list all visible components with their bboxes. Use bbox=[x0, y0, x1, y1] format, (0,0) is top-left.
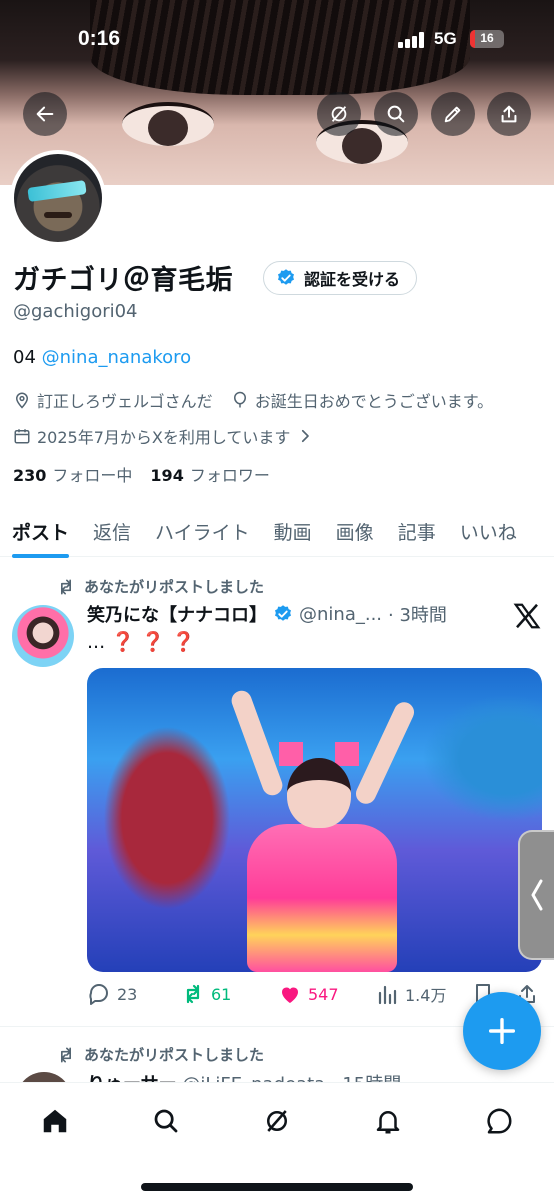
like-count: 547 bbox=[308, 984, 339, 1004]
repost-indicator-text: あなたがリポストしました bbox=[84, 578, 265, 596]
post-author-name[interactable]: 笑乃にな【ナナコロ】 bbox=[87, 601, 267, 627]
edit-icon bbox=[444, 106, 461, 123]
side-drawer-handle[interactable] bbox=[518, 830, 554, 960]
plus-icon bbox=[488, 1017, 516, 1045]
back-button[interactable] bbox=[23, 92, 67, 136]
battery-level: 16 bbox=[480, 31, 494, 45]
location-pin-icon bbox=[15, 392, 29, 409]
profile-bio: 04 @nina_nanakoro bbox=[13, 347, 191, 368]
nav-search[interactable] bbox=[146, 1101, 186, 1141]
chevron-left-icon bbox=[531, 879, 543, 911]
bio-text: 04 bbox=[13, 347, 42, 368]
home-indicator bbox=[141, 1183, 413, 1191]
followers-link[interactable]: 194 フォロワー bbox=[150, 462, 269, 486]
repost-icon bbox=[61, 579, 71, 594]
post-author-handle[interactable]: @nina_... bbox=[299, 604, 382, 625]
signal-icon bbox=[398, 32, 426, 48]
reply-count: 23 bbox=[117, 984, 138, 1004]
tab-photos[interactable]: 画像 bbox=[324, 505, 386, 557]
post-text: ... ❓ ❓ ❓ bbox=[87, 630, 195, 653]
calendar-icon bbox=[14, 429, 30, 444]
reply-button[interactable]: 23 bbox=[87, 982, 137, 1006]
repost-indicator: あなたがリポストしました bbox=[56, 576, 264, 597]
profile-meta-joined: 2025年7月からXを利用しています bbox=[13, 424, 314, 448]
banner-eye-left bbox=[122, 102, 214, 146]
messages-icon bbox=[487, 1108, 512, 1134]
following-count: 230 bbox=[13, 466, 47, 485]
nav-grok[interactable] bbox=[257, 1101, 297, 1141]
tab-videos[interactable]: 動画 bbox=[262, 505, 324, 557]
edit-button[interactable] bbox=[431, 92, 475, 136]
follow-stats: 230 フォロー中 194 フォロワー bbox=[13, 462, 270, 486]
verified-badge-icon bbox=[278, 269, 294, 285]
get-verified-label: 認証を受ける bbox=[304, 270, 401, 289]
profile-avatar[interactable] bbox=[10, 150, 106, 246]
following-link[interactable]: 230 フォロー中 bbox=[13, 462, 132, 486]
profile-handle: @gachigori04 bbox=[13, 301, 138, 322]
repost-indicator-text: あなたがリポストしました bbox=[84, 1046, 265, 1064]
post-author-avatar[interactable] bbox=[12, 605, 74, 667]
joined-text: 2025年7月からXを利用しています bbox=[37, 428, 291, 447]
repost-indicator: あなたがリポストしました bbox=[56, 1044, 264, 1065]
bio-mention-link[interactable]: @nina_nanakoro bbox=[42, 347, 192, 368]
location-text: 訂正しろヴェルゴさんだ bbox=[37, 392, 213, 411]
notifications-icon bbox=[376, 1111, 400, 1134]
tab-articles[interactable]: 記事 bbox=[386, 505, 448, 557]
views-count: 1.4万 bbox=[405, 986, 447, 1005]
battery-icon: 16 bbox=[470, 30, 504, 48]
status-time: 0:16 bbox=[78, 27, 121, 50]
followers-count: 194 bbox=[150, 466, 184, 485]
birthday-balloon-icon bbox=[233, 391, 246, 408]
views-chart-icon bbox=[378, 985, 397, 1005]
nav-home[interactable] bbox=[35, 1101, 75, 1141]
grok-button[interactable] bbox=[317, 92, 361, 136]
search-icon bbox=[154, 1109, 178, 1133]
grok-icon bbox=[267, 1110, 287, 1132]
x-logo-icon[interactable] bbox=[512, 601, 542, 631]
network-label: 5G bbox=[434, 29, 457, 48]
post-header: 笑乃にな【ナナコロ】 @nina_... · 3時間 bbox=[87, 601, 497, 627]
share-button[interactable] bbox=[487, 92, 531, 136]
repost-icon bbox=[61, 1047, 71, 1062]
tab-likes[interactable]: いいね bbox=[448, 505, 529, 557]
status-bar: 0:16 5G 16 bbox=[0, 27, 554, 57]
performer-figure bbox=[227, 687, 418, 972]
tab-highlights[interactable]: ハイライト bbox=[143, 505, 262, 557]
verified-badge-icon bbox=[275, 605, 291, 621]
question-marks: ❓ ❓ ❓ bbox=[111, 631, 196, 653]
profile-display-name: ガチゴリ＠育毛垢 bbox=[13, 265, 233, 296]
reply-icon bbox=[89, 984, 108, 1005]
chevron-right-icon[interactable] bbox=[296, 427, 314, 445]
tab-replies[interactable]: 返信 bbox=[81, 505, 143, 557]
tab-posts[interactable]: ポスト bbox=[0, 505, 81, 558]
compose-post-button[interactable] bbox=[463, 992, 541, 1070]
post-time: · 3時間 bbox=[388, 605, 447, 626]
nav-messages[interactable] bbox=[479, 1101, 519, 1141]
post-image[interactable] bbox=[87, 668, 542, 972]
get-verified-button[interactable]: 認証を受ける bbox=[263, 261, 418, 295]
views-button[interactable]: 1.4万 bbox=[375, 982, 446, 1006]
repost-count: 61 bbox=[211, 984, 232, 1004]
repost-icon bbox=[186, 984, 200, 1004]
following-label: フォロー中 bbox=[52, 466, 133, 485]
search-button[interactable] bbox=[374, 92, 418, 136]
like-button[interactable]: 547 bbox=[278, 982, 339, 1006]
birthday-text: お誕生日おめでとうございます。 bbox=[254, 392, 494, 411]
profile-tabs: ポスト 返信 ハイライト 動画 画像 記事 いいね bbox=[0, 505, 554, 558]
profile-meta-location: 訂正しろヴェルゴさんだ お誕生日おめでとうございます。 bbox=[13, 388, 493, 412]
back-arrow-icon bbox=[36, 106, 54, 122]
post-text-body: ... bbox=[87, 631, 106, 653]
share-icon bbox=[501, 105, 517, 123]
home-icon bbox=[43, 1109, 67, 1133]
repost-button[interactable]: 61 bbox=[181, 982, 231, 1006]
followers-label: フォロワー bbox=[189, 466, 270, 485]
grok-icon bbox=[331, 106, 347, 122]
search-icon bbox=[387, 105, 405, 123]
nav-notifications[interactable] bbox=[368, 1101, 408, 1141]
heart-icon bbox=[282, 987, 298, 1003]
